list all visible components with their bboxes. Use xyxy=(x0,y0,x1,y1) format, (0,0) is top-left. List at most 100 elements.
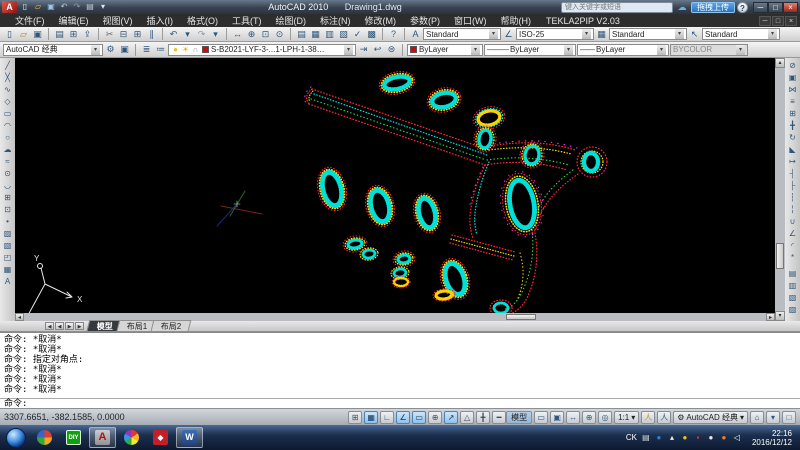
layer-freeze-icon[interactable]: ☀ xyxy=(181,44,190,56)
layer-lock-icon[interactable]: ∩ xyxy=(191,44,200,56)
ducs-toggle[interactable]: △ xyxy=(460,411,474,424)
offset-icon[interactable]: ≡ xyxy=(786,96,799,108)
drawing-canvas[interactable]: Y X Z xyxy=(15,58,774,313)
menu-help[interactable]: 帮助(H) xyxy=(494,14,539,27)
menu-draw[interactable]: 绘图(D) xyxy=(269,14,314,27)
taskbar-clock[interactable]: 22:16 2016/12/12 xyxy=(746,429,798,447)
scroll-left-icon[interactable]: ◂ xyxy=(15,313,24,321)
quickview-layouts-icon[interactable]: ▣ xyxy=(550,411,564,424)
chevron-down-icon[interactable]: ▾ xyxy=(675,29,684,39)
layer-isolate-icon[interactable]: ⊜ xyxy=(385,43,398,56)
linetype-dropdown[interactable]: ——— ByLayer ▾ xyxy=(484,44,576,56)
copy-icon[interactable]: ⊟ xyxy=(117,28,130,41)
menu-format[interactable]: 格式(O) xyxy=(180,14,225,27)
menu-view[interactable]: 视图(V) xyxy=(96,14,140,27)
designcenter-icon[interactable]: ▦ xyxy=(309,28,322,41)
taskbar-app-red[interactable]: ◆ xyxy=(147,427,174,448)
plot-icon[interactable]: ▤ xyxy=(53,28,66,41)
extend-icon[interactable]: ├ xyxy=(786,180,799,192)
coin-tray-icon[interactable]: ● xyxy=(680,433,690,443)
new-icon[interactable]: ▯ xyxy=(19,1,31,13)
zoom-previous-icon[interactable]: ⊙ xyxy=(273,28,286,41)
rectangle-icon[interactable]: ▭ xyxy=(1,108,14,120)
close-icon[interactable]: × xyxy=(783,2,798,13)
mleader-style-dropdown[interactable]: Standard ▾ xyxy=(702,28,780,40)
taskbar-app-swirl[interactable] xyxy=(31,427,58,448)
table-style-dropdown[interactable]: Standard ▾ xyxy=(609,28,687,40)
chevron-down-icon[interactable]: ▾ xyxy=(489,29,498,39)
tab-prev-icon[interactable]: ◀ xyxy=(55,322,64,330)
workspace-settings-icon[interactable]: ⚙ xyxy=(104,43,117,56)
undo-icon[interactable]: ↶ xyxy=(58,1,70,13)
chevron-down-icon[interactable]: ▾ xyxy=(768,29,777,39)
open-icon[interactable]: ▱ xyxy=(17,28,30,41)
layout-icon[interactable]: ▭ xyxy=(534,411,548,424)
save-icon[interactable]: ▣ xyxy=(45,1,57,13)
chevron-down-icon[interactable]: ▾ xyxy=(582,29,591,39)
menu-file[interactable]: 文件(F) xyxy=(8,14,52,27)
drag-upload-button[interactable]: 拖拽上传 xyxy=(691,2,735,13)
polygon-icon[interactable]: ◇ xyxy=(1,96,14,108)
tab-first-icon[interactable]: ◀ xyxy=(45,322,54,330)
autocad-logo-icon[interactable]: A xyxy=(2,1,17,13)
chevron-down-icon[interactable]: ▾ xyxy=(344,45,353,55)
paste-icon[interactable]: ⊞ xyxy=(131,28,144,41)
array-icon[interactable]: ⊞ xyxy=(786,108,799,120)
steering-wheel-icon[interactable]: ◎ xyxy=(598,411,612,424)
chamfer-icon[interactable]: ∠ xyxy=(786,228,799,240)
revcloud-icon[interactable]: ☁ xyxy=(1,144,14,156)
taskbar-app-autocad[interactable]: A xyxy=(89,427,116,448)
scroll-down-icon[interactable]: ▾ xyxy=(775,311,785,321)
taskbar-app-pinwheel[interactable] xyxy=(118,427,145,448)
markup-icon[interactable]: ✓ xyxy=(351,28,364,41)
copy-icon[interactable]: ▣ xyxy=(786,72,799,84)
chevron-down-icon[interactable]: ▾ xyxy=(471,45,480,55)
lwt-toggle[interactable]: ━ xyxy=(492,411,506,424)
keyboard-icon[interactable]: ▤ xyxy=(641,433,651,443)
make-layer-current-icon[interactable]: ⇥ xyxy=(357,43,370,56)
alert-tray-icon[interactable]: ▪ xyxy=(693,433,703,443)
pan-icon[interactable]: ↔ xyxy=(231,28,244,41)
workspace-switcher[interactable]: ⚙ AutoCAD 经典 ▾ xyxy=(673,411,748,424)
vertical-scroll-track[interactable] xyxy=(775,68,785,311)
workspace-save-icon[interactable]: ▣ xyxy=(118,43,131,56)
publish-icon[interactable]: ⇪ xyxy=(81,28,94,41)
spline-icon[interactable]: ≈ xyxy=(1,156,14,168)
toolpalettes-icon[interactable]: ▥ xyxy=(323,28,336,41)
maximize-icon[interactable]: □ xyxy=(768,2,783,13)
ellipse-icon[interactable]: ⊙ xyxy=(1,168,14,180)
polyline-icon[interactable]: ∿ xyxy=(1,84,14,96)
command-history[interactable]: 命令: *取消*命令: *取消*命令: 指定对角点:命令: *取消*命令: *取… xyxy=(0,332,800,398)
text-style-dropdown[interactable]: Standard ▾ xyxy=(423,28,501,40)
quickcalc-icon[interactable]: ▩ xyxy=(365,28,378,41)
update-tray-icon[interactable]: ● xyxy=(719,433,729,443)
fillet-icon[interactable]: ◜ xyxy=(786,240,799,252)
undo-icon[interactable]: ↶ xyxy=(167,28,180,41)
sheetset-icon[interactable]: ▧ xyxy=(337,28,350,41)
qat-dropdown-icon[interactable]: ▾ xyxy=(97,1,109,13)
send-to-back-icon[interactable]: ▥ xyxy=(786,280,799,292)
chevron-down-icon[interactable]: ▾ xyxy=(91,45,100,55)
menu-modify[interactable]: 修改(M) xyxy=(358,14,404,27)
tab-next-icon[interactable]: ▶ xyxy=(65,322,74,330)
insert-block-icon[interactable]: ⊞ xyxy=(1,192,14,204)
dyn-toggle[interactable]: ╋ xyxy=(476,411,490,424)
language-indicator[interactable]: CK xyxy=(626,433,637,442)
layer-properties-icon[interactable]: ≣ xyxy=(140,43,153,56)
menu-tekla-plugin[interactable]: TEKLA2PIP V2.03 xyxy=(538,16,628,26)
layer-previous-icon[interactable]: ↩ xyxy=(371,43,384,56)
circle-icon[interactable]: ○ xyxy=(1,132,14,144)
open-icon[interactable]: ▱ xyxy=(32,1,44,13)
gradient-icon[interactable]: ▧ xyxy=(1,240,14,252)
break-icon[interactable]: ╎ xyxy=(786,204,799,216)
tab-layout2[interactable]: 布局2 xyxy=(151,320,192,331)
arc-icon[interactable]: ◠ xyxy=(1,120,14,132)
scale-icon[interactable]: ◣ xyxy=(786,144,799,156)
taskbar-app-diy[interactable]: DIY xyxy=(60,427,87,448)
matchprop-icon[interactable]: ∥ xyxy=(145,28,158,41)
menu-dimension[interactable]: 标注(N) xyxy=(313,14,358,27)
otrack-toggle[interactable]: ↗ xyxy=(444,411,458,424)
bring-above-icon[interactable]: ▧ xyxy=(786,292,799,304)
start-button[interactable] xyxy=(6,428,26,448)
menu-edit[interactable]: 编辑(E) xyxy=(52,14,96,27)
